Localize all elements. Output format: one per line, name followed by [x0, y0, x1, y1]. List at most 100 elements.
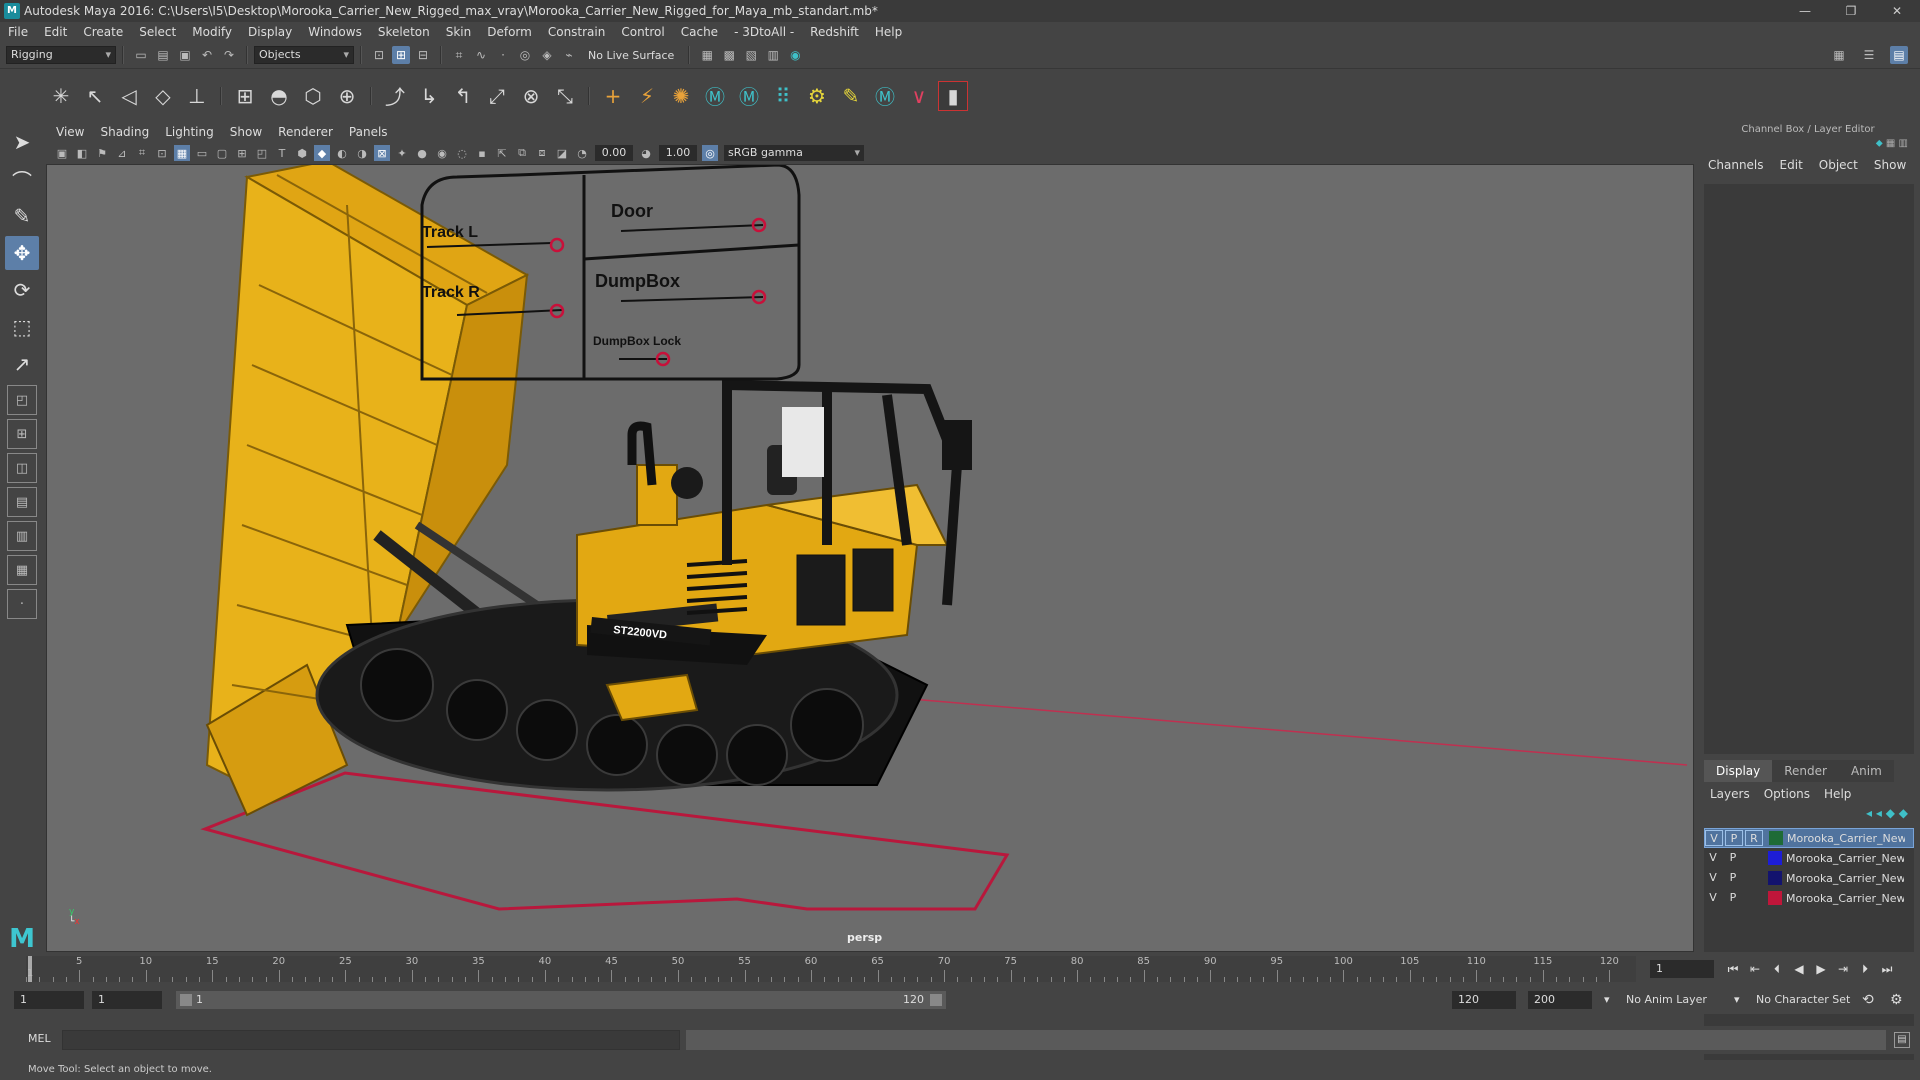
move-layer-up-icon[interactable]: ◂ — [1866, 806, 1872, 820]
playback-start-field[interactable]: 1 — [92, 991, 162, 1009]
viewport-persp[interactable]: ST2200VD Track L Track R Door DumpBox Du… — [46, 164, 1694, 952]
gamma-icon[interactable]: ◕ — [638, 145, 654, 161]
layer-reference-toggle[interactable] — [1744, 870, 1762, 886]
undo-icon[interactable]: ↶ — [198, 46, 216, 64]
le-menu-options[interactable]: Options — [1764, 787, 1810, 801]
field-chart-icon[interactable]: ⊞ — [234, 145, 250, 161]
menu-deform[interactable]: Deform — [487, 25, 532, 39]
exposure-icon[interactable]: ◔ — [574, 145, 590, 161]
render-view-icon[interactable]: ▦ — [698, 46, 716, 64]
layer-row[interactable]: V P Morooka_Carrier_New — [1704, 888, 1914, 908]
layer-playback-toggle[interactable]: P — [1725, 830, 1743, 846]
layer-color-swatch[interactable] — [1769, 831, 1783, 845]
single-pane-layout-icon[interactable]: ◰ — [7, 385, 37, 415]
select-hierarchy-icon[interactable]: ⊡ — [370, 46, 388, 64]
menu-display[interactable]: Display — [248, 25, 292, 39]
menu-help[interactable]: Help — [875, 25, 902, 39]
menu-skin[interactable]: Skin — [446, 25, 472, 39]
maya-shelf-icon-1[interactable]: Ⓜ — [700, 81, 730, 111]
menu-3dtoall[interactable]: - 3DtoAll - — [734, 25, 794, 39]
range-start-handle[interactable] — [180, 994, 192, 1006]
layer-playback-toggle[interactable]: P — [1724, 890, 1742, 906]
panel-menu-panels[interactable]: Panels — [349, 125, 388, 139]
insert-joint-icon[interactable]: ◇ — [148, 81, 178, 111]
cb-menu-edit[interactable]: Edit — [1780, 158, 1803, 172]
panel-menu-lighting[interactable]: Lighting — [165, 125, 214, 139]
close-button[interactable]: ✕ — [1874, 0, 1920, 22]
script-editor-icon[interactable]: ▤ — [1894, 1032, 1910, 1048]
depth-field-icon[interactable]: ▪ — [474, 145, 490, 161]
layer-color-swatch[interactable] — [1768, 891, 1782, 905]
ik-handle-icon[interactable]: ↖ — [80, 81, 110, 111]
current-frame-field[interactable]: 1 — [1650, 960, 1714, 978]
layer-row[interactable]: V P Morooka_Carrier_New — [1704, 868, 1914, 888]
snap-curve-icon[interactable]: ∿ — [472, 46, 490, 64]
cb-menu-show[interactable]: Show — [1874, 158, 1906, 172]
xray-joints-icon[interactable]: ⧉ — [514, 145, 530, 161]
channel-box-toggle-icon[interactable]: ▤ — [1890, 46, 1908, 64]
script-shelf-icon[interactable]: ⚙ — [802, 81, 832, 111]
layer-color-swatch[interactable] — [1768, 871, 1782, 885]
xray-icon[interactable]: ⊠ — [374, 145, 390, 161]
point-constraint-icon[interactable]: ⤴ — [380, 81, 410, 111]
cb-menu-object[interactable]: Object — [1819, 158, 1858, 172]
playback-end-field[interactable]: 120 — [1452, 991, 1516, 1009]
animation-prefs-icon[interactable]: ⚙ — [1890, 991, 1903, 1009]
menu-skeleton[interactable]: Skeleton — [378, 25, 430, 39]
workspace-icon[interactable]: ▦ — [1830, 46, 1848, 64]
layer-row[interactable]: V P R Morooka_Carrier_New — [1704, 828, 1914, 848]
menu-select[interactable]: Select — [139, 25, 176, 39]
anti-alias-icon[interactable]: ◌ — [454, 145, 470, 161]
rotate-tool-icon[interactable]: ⟳ — [5, 273, 39, 307]
orient-constraint-icon[interactable]: ↰ — [448, 81, 478, 111]
resolution-gate-icon[interactable]: ▭ — [194, 145, 210, 161]
lasso-tool-icon[interactable]: ⌒ — [5, 162, 39, 196]
menu-create[interactable]: Create — [83, 25, 123, 39]
bookmark-icon[interactable]: ⚑ — [94, 145, 110, 161]
new-layer-icon[interactable]: ◆ — [1886, 806, 1895, 820]
panel-menu-show[interactable]: Show — [230, 125, 262, 139]
gamma-field[interactable]: 1.00 — [659, 145, 697, 161]
last-tool-icon[interactable]: ↗ — [5, 347, 39, 381]
parent-constraint-icon[interactable]: ⊗ — [516, 81, 546, 111]
maya-shelf-icon-2[interactable]: Ⓜ — [734, 81, 764, 111]
maya-shelf-icon-3[interactable]: Ⓜ — [870, 81, 900, 111]
safe-title-icon[interactable]: T — [274, 145, 290, 161]
character-set-arrow-icon[interactable]: ▾ — [1734, 991, 1740, 1009]
layer-visibility-toggle[interactable]: V — [1704, 890, 1722, 906]
layer-visibility-toggle[interactable]: V — [1705, 830, 1723, 846]
select-object-icon[interactable]: ⊞ — [392, 46, 410, 64]
joint-tool-icon[interactable]: ✳ — [46, 81, 76, 111]
bind-skin-icon[interactable]: ⊞ — [230, 81, 260, 111]
layer-playback-toggle[interactable]: P — [1724, 850, 1742, 866]
animation-end-field[interactable]: 200 — [1528, 991, 1592, 1009]
menu-cache[interactable]: Cache — [681, 25, 718, 39]
panel-menu-renderer[interactable]: Renderer — [278, 125, 333, 139]
channel-box-icon[interactable]: ⬥ — [1876, 138, 1883, 149]
locator-icon[interactable]: + — [598, 81, 628, 111]
hypershade-layout-icon[interactable]: ▦ — [7, 555, 37, 585]
restore-button[interactable]: ❐ — [1828, 0, 1874, 22]
snap-point-icon[interactable]: ⋅ — [494, 46, 512, 64]
camera-attr-icon[interactable]: ◧ — [74, 145, 90, 161]
isolate-select-icon[interactable]: ⇱ — [494, 145, 510, 161]
outliner-layout-icon[interactable]: ▤ — [7, 487, 37, 517]
attribute-icon[interactable]: ▦ — [1886, 138, 1895, 149]
menu-windows[interactable]: Windows — [308, 25, 362, 39]
layer-reference-toggle[interactable] — [1744, 890, 1762, 906]
smooth-shade-icon[interactable]: ⬢ — [294, 145, 310, 161]
color-management-icon[interactable]: ◎ — [702, 145, 718, 161]
xray-active-icon[interactable]: ⧈ — [534, 145, 550, 161]
image-plane-icon[interactable]: ⊿ — [114, 145, 130, 161]
attribute-editor-toggle-icon[interactable]: ☰ — [1860, 46, 1878, 64]
menuset-dropdown[interactable]: Rigging — [6, 46, 116, 64]
textured-icon[interactable]: ◆ — [314, 145, 330, 161]
menu-edit[interactable]: Edit — [44, 25, 67, 39]
chart-shelf-icon[interactable]: ▮ — [938, 80, 968, 111]
snap-view-icon[interactable]: ◎ — [516, 46, 534, 64]
animation-start-field[interactable]: 1 — [14, 991, 84, 1009]
save-scene-icon[interactable]: ▣ — [176, 46, 194, 64]
motion-blur-icon[interactable]: ◉ — [434, 145, 450, 161]
script-language-label[interactable]: MEL — [28, 1032, 51, 1045]
film-gate-icon[interactable]: ⊡ — [154, 145, 170, 161]
